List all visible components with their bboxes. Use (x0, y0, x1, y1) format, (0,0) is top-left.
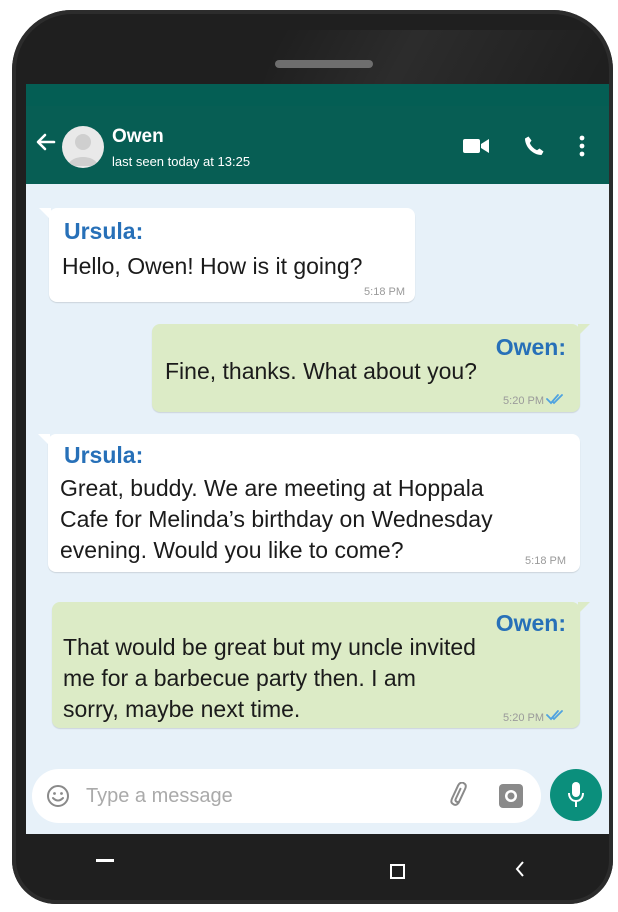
attach-icon[interactable] (448, 782, 474, 810)
message-incoming[interactable]: Ursula: Great, buddy. We are meeting at … (38, 434, 580, 572)
emoji-icon[interactable] (46, 784, 70, 808)
message-outgoing[interactable]: Owen: That would be great but my uncle i… (52, 602, 590, 728)
back-nav-icon[interactable] (514, 860, 526, 878)
read-ticks-icon (546, 710, 563, 721)
video-call-icon[interactable] (462, 136, 490, 156)
message-line: sorry, maybe next time. (63, 696, 301, 722)
message-text: Great, buddy. We are meeting at Hoppala … (60, 473, 493, 566)
back-arrow-icon[interactable] (34, 131, 56, 153)
message-line: Hello, Owen! How is it going? (62, 253, 363, 279)
bubble-tail (38, 434, 50, 446)
mic-button[interactable] (550, 769, 602, 821)
home-icon[interactable] (390, 864, 405, 879)
default-avatar-icon (68, 134, 98, 166)
camera-icon[interactable] (498, 783, 524, 809)
message-input[interactable]: Type a message (86, 785, 233, 808)
chat-screen: Owen last seen today at 13:25 Ursula: He… (26, 84, 609, 834)
navigation-bar (26, 834, 609, 894)
message-incoming[interactable]: Ursula: Hello, Owen! How is it going? 5:… (39, 208, 415, 302)
message-time: 5:18 PM (525, 555, 566, 567)
avatar[interactable] (62, 126, 104, 168)
message-line: Fine, thanks. What about you? (165, 358, 477, 384)
more-vert-icon[interactable] (578, 134, 586, 158)
message-time: 5:20 PM (503, 712, 544, 724)
message-line: That would be great but my uncle invited (63, 634, 476, 660)
sender-name: Owen: (495, 610, 566, 636)
message-text: Hello, Owen! How is it going? (62, 251, 362, 282)
message-text: Fine, thanks. What about you? (165, 356, 477, 387)
message-text: That would be great but my uncle invited… (63, 632, 476, 725)
sender-name: Ursula: (64, 442, 144, 468)
message-line: evening. Would you like to come? (60, 537, 404, 563)
chat-header: Owen last seen today at 13:25 (26, 106, 609, 184)
message-line: me for a barbecue party then. I am (63, 665, 416, 691)
bubble-tail (578, 324, 590, 336)
contact-name[interactable]: Owen (112, 126, 164, 148)
recent-apps-icon[interactable] (96, 859, 114, 862)
sender-name: Owen: (495, 334, 566, 360)
read-ticks-icon (546, 394, 563, 405)
bubble-tail (39, 208, 51, 220)
phone-icon[interactable] (522, 134, 546, 158)
message-composer: Type a message (32, 769, 541, 823)
message-line: Cafe for Melinda’s birthday on Wednesday (60, 506, 493, 532)
message-outgoing[interactable]: Owen: Fine, thanks. What about you? 5:20… (152, 324, 590, 412)
mic-icon (568, 782, 584, 807)
message-time: 5:20 PM (503, 395, 544, 407)
last-seen-status: last seen today at 13:25 (112, 154, 251, 169)
message-time: 5:18 PM (364, 286, 405, 298)
earpiece-speaker (275, 60, 373, 68)
sender-name: Ursula: (64, 218, 144, 244)
status-bar (26, 84, 609, 106)
message-line: Great, buddy. We are meeting at Hoppala (60, 475, 484, 501)
bubble-tail (578, 602, 590, 614)
